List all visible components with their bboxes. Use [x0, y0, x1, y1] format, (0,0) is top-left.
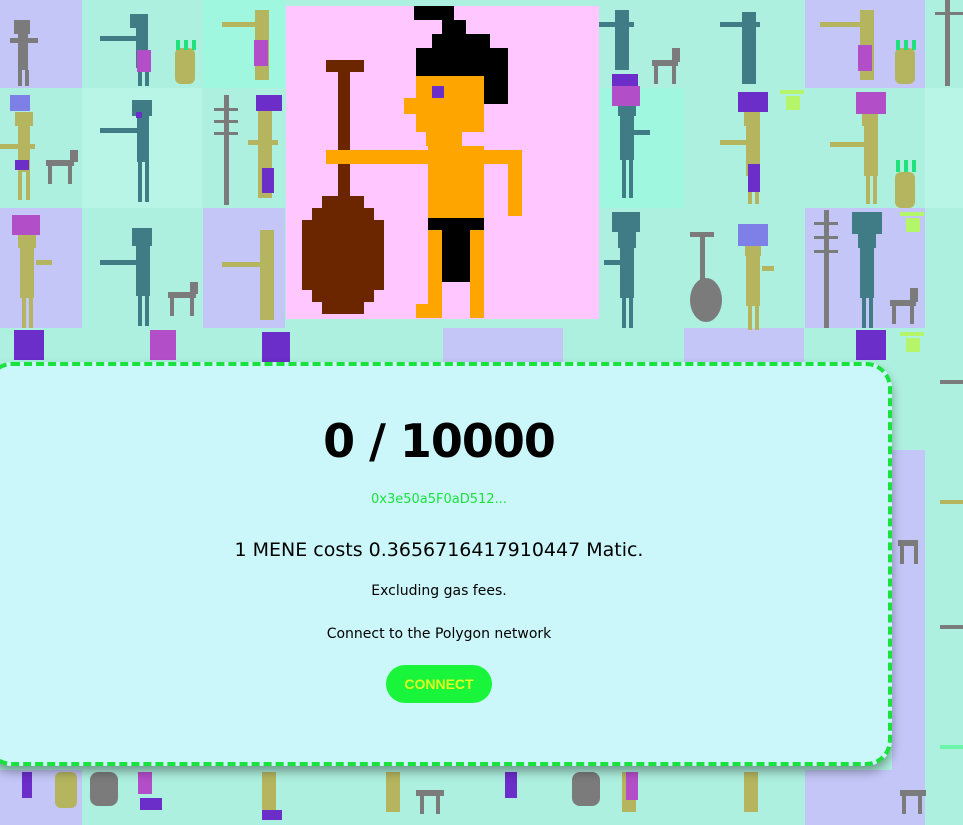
mint-card: 0 / 10000 0x3e50a5F0aD512... 1 MENE cost… — [0, 362, 892, 766]
contract-address-link[interactable]: 0x3e50a5F0aD512... — [0, 492, 888, 507]
nft-preview-image — [286, 6, 599, 319]
price-text: 1 MENE costs 0.3656716417910447 Matic. — [234, 539, 644, 561]
connect-button[interactable]: CONNECT — [386, 665, 492, 703]
mint-counter: 0 / 10000 — [323, 414, 556, 468]
network-instruction: Connect to the Polygon network — [326, 626, 552, 642]
gas-fee-note: Excluding gas fees. — [371, 583, 507, 599]
pixel-character-illustration — [286, 6, 599, 319]
connect-button-container: CONNECT — [0, 665, 888, 703]
